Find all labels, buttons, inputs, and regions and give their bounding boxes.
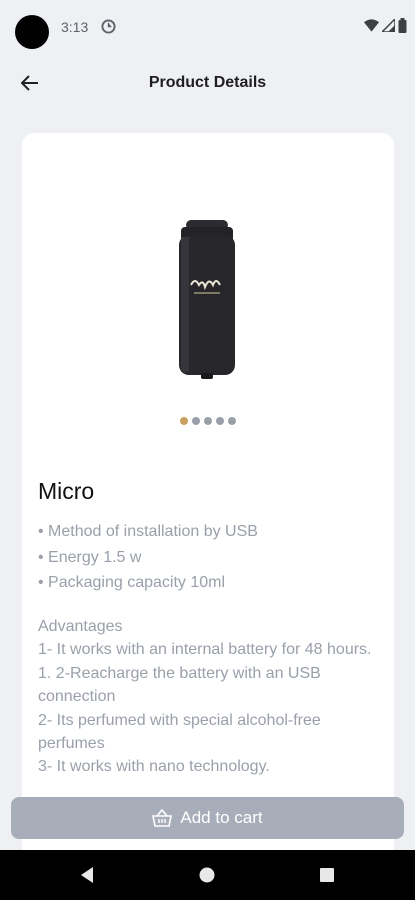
wifi-icon xyxy=(364,19,379,32)
spec-item: Method of installation by USB xyxy=(38,519,258,545)
triangle-back-icon xyxy=(81,867,93,883)
nav-recents-button[interactable] xyxy=(316,864,338,886)
data-saver-icon xyxy=(101,19,116,34)
product-name: Micro xyxy=(38,478,95,504)
pager-dot[interactable] xyxy=(228,417,236,425)
pager-dot[interactable] xyxy=(204,417,212,425)
signal-icon xyxy=(382,19,395,32)
status-bar: 3:13 xyxy=(0,0,415,56)
add-to-cart-label: Add to cart xyxy=(180,808,263,827)
app-bar: Product Details xyxy=(0,56,415,110)
spec-item: Energy 1.5 w xyxy=(38,545,258,571)
product-card: Micro Method of installation by USB Ener… xyxy=(22,133,394,853)
spec-item: Packaging capacity 10ml xyxy=(38,570,258,596)
battery-icon xyxy=(398,18,407,33)
page-title: Product Details xyxy=(148,74,267,91)
system-nav-bar xyxy=(0,850,415,900)
square-recents-icon xyxy=(320,868,334,882)
pager-dot[interactable] xyxy=(192,417,200,425)
nav-back-button[interactable] xyxy=(76,864,98,886)
status-time: 3:13 xyxy=(61,19,89,35)
image-pager xyxy=(22,417,394,425)
spec-list: Method of installation by USB Energy 1.5… xyxy=(38,519,258,596)
circle-home-icon xyxy=(199,867,215,883)
add-to-cart-button[interactable]: Add to cart xyxy=(11,797,404,839)
pager-dot[interactable] xyxy=(180,417,188,425)
camera-cutout xyxy=(15,15,49,49)
pager-dot[interactable] xyxy=(216,417,224,425)
product-image[interactable] xyxy=(167,215,247,385)
product-description: Advantages 1- It works with an internal … xyxy=(38,618,372,776)
nav-home-button[interactable] xyxy=(196,864,218,886)
basket-icon xyxy=(152,809,173,827)
